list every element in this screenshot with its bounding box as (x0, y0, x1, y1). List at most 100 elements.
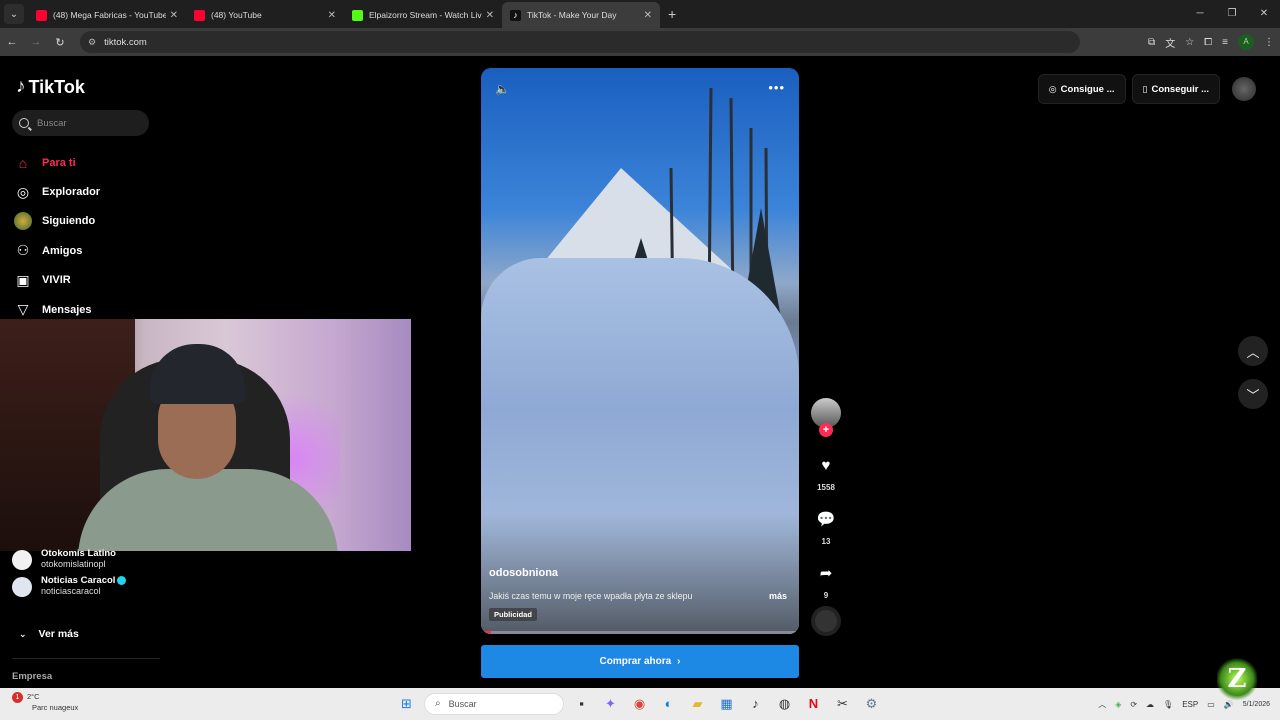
verified-badge-icon (117, 575, 127, 585)
edge-icon[interactable]: ◐ (657, 692, 680, 715)
network-icon[interactable]: ▭ (1207, 700, 1215, 709)
media-controls-icon[interactable]: ≡ (1222, 37, 1228, 48)
ad-badge: Publicidad (489, 608, 537, 621)
get-coins-button[interactable]: ◎ Consigue ... (1037, 74, 1126, 104)
streamer-webcam-overlay (0, 319, 411, 551)
see-more-label: Ver más (38, 628, 79, 640)
video-player[interactable]: 🔈 ••• odosobniona Jakiś czas temu w moje… (481, 68, 799, 634)
sidebar-item-label: Mensajes (42, 303, 92, 316)
store-icon[interactable]: ▦ (715, 692, 738, 715)
music-disc-icon[interactable] (811, 606, 841, 636)
capcut-icon[interactable]: ✂ (831, 692, 854, 715)
taskbar-search-input[interactable]: ⌕ Buscar (424, 692, 564, 715)
webcam-person-cap (150, 344, 245, 404)
bookmark-star-icon[interactable]: ☆ (1185, 37, 1194, 48)
settings-gear-icon[interactable]: ⚙ (860, 692, 883, 715)
following-account-item[interactable]: Otokomis Latino otokomislatinopl (12, 548, 126, 570)
volume-icon[interactable]: 🔈 (495, 82, 510, 96)
sidebar-item-label: Para ti (42, 156, 76, 169)
tray-app-icon[interactable]: ☁ (1146, 700, 1154, 709)
video-progress-bar[interactable] (481, 631, 799, 634)
tab-close-icon[interactable]: ✕ (170, 10, 178, 21)
sidebar-divider (12, 658, 160, 659)
tab-title: TikTok - Make Your Day (527, 10, 617, 20)
site-info-icon[interactable]: ⚙ (88, 37, 96, 48)
browser-tab[interactable]: Elpaizorro Stream - Watch Live ✕ (344, 2, 502, 28)
url-field[interactable]: ⚙ tiktok.com (80, 31, 1080, 53)
new-tab-icon[interactable]: + (668, 6, 676, 22)
comment-icon[interactable]: 💬 (811, 504, 841, 534)
previous-video-button[interactable]: ︿ (1238, 336, 1268, 366)
tab-close-icon[interactable]: ✕ (644, 10, 652, 21)
tab-close-icon[interactable]: ✕ (486, 10, 494, 21)
weather-widget[interactable]: 1 2°C Parc nuageux (12, 692, 78, 713)
install-app-icon[interactable]: ⧉ (1148, 37, 1155, 48)
creator-avatar[interactable]: + (811, 398, 841, 437)
back-icon[interactable]: ← (0, 36, 24, 48)
more-options-icon[interactable]: ••• (768, 80, 785, 95)
following-account-item[interactable]: Noticias Caracol noticiascaracol (12, 575, 127, 597)
chevron-down-icon: ⌄ (19, 628, 27, 639)
tab-search-button[interactable]: ⌄ (4, 4, 24, 24)
browser-tab[interactable]: (48) YouTube ✕ (186, 2, 344, 28)
buy-now-button[interactable]: Comprar ahora › (481, 645, 799, 678)
close-window-icon[interactable]: ✕ (1248, 0, 1280, 28)
tray-sync-icon[interactable]: ⟳ (1130, 700, 1137, 709)
sidebar-nav: ⌂ Para ti ◎ Explorador Siguiendo ⚇ Amigo… (14, 148, 100, 324)
browser-toolbar-right: ⧉ 文 ☆ ⧠ ≡ A ⋮ (1148, 28, 1274, 56)
extensions-icon[interactable]: ⧠ (1204, 37, 1212, 48)
task-view-icon[interactable]: ▪ (570, 692, 593, 715)
search-placeholder: Buscar (37, 117, 67, 129)
sidebar-item-siguiendo[interactable]: Siguiendo (14, 207, 100, 236)
tab-close-icon[interactable]: ✕ (328, 10, 336, 21)
chevron-right-icon: › (677, 656, 681, 667)
sidebar-item-vivir[interactable]: ▣ VIVIR (14, 266, 100, 295)
language-indicator[interactable]: ESP (1182, 700, 1198, 709)
app-icon[interactable]: ◍ (773, 692, 796, 715)
file-explorer-icon[interactable]: ▰ (686, 692, 709, 715)
share-arrow-icon[interactable]: ➦ (811, 558, 841, 588)
sidebar-item-explorador[interactable]: ◎ Explorador (14, 177, 100, 206)
follow-plus-icon[interactable]: + (819, 423, 833, 437)
forward-icon[interactable]: → (24, 36, 48, 48)
reload-icon[interactable]: ↻ (48, 36, 72, 49)
copilot-icon[interactable]: ✦ (599, 692, 622, 715)
sidebar-item-amigos[interactable]: ⚇ Amigos (14, 236, 100, 265)
next-video-button[interactable]: ﹀ (1238, 379, 1268, 409)
user-avatar[interactable] (1232, 77, 1256, 101)
translate-icon[interactable]: 文 (1165, 35, 1175, 50)
browser-tab-active[interactable]: ♪ TikTok - Make Your Day ✕ (502, 2, 660, 28)
minimize-icon[interactable]: ─ (1184, 0, 1216, 28)
show-hidden-icons-icon[interactable]: ︿ (1098, 699, 1106, 710)
like-heart-icon[interactable]: ♥ (811, 450, 841, 480)
get-app-button[interactable]: ▯ Conseguir ... (1131, 74, 1220, 104)
tiktok-logo[interactable]: ♪ TikTok (16, 76, 85, 98)
account-avatar (12, 577, 32, 597)
footer-link-empresa[interactable]: Empresa (12, 671, 52, 682)
get-app-label: Conseguir ... (1151, 83, 1209, 95)
browser-menu-icon[interactable]: ⋮ (1264, 37, 1274, 48)
browser-tab[interactable]: (48) Mega Fabricas - YouTube ✕ (28, 2, 186, 28)
video-progress-fill (481, 631, 491, 634)
chrome-icon[interactable]: ◉ (628, 692, 651, 715)
weather-temp: 2°C (27, 692, 40, 701)
search-input[interactable]: Buscar (12, 110, 149, 136)
windows-start-icon[interactable]: ⊞ (395, 692, 418, 715)
microphone-icon[interactable]: 🎙 (1163, 700, 1173, 709)
sidebar-item-para-ti[interactable]: ⌂ Para ti (14, 148, 100, 177)
tab-title: (48) Mega Fabricas - YouTube (53, 10, 166, 20)
tiktok-app-icon[interactable]: ♪ (744, 692, 767, 715)
tray-app-icon[interactable]: ◈ (1115, 700, 1121, 709)
maximize-icon[interactable]: ❐ (1216, 0, 1248, 28)
netflix-icon[interactable]: N (802, 692, 825, 715)
windows-taskbar: 1 2°C Parc nuageux ⊞ ⌕ Buscar ▪ ✦ ◉ ◐ ▰ ▦… (0, 688, 1280, 720)
following-avatar-icon (14, 212, 32, 231)
video-author[interactable]: odosobniona (489, 567, 558, 579)
see-more-button[interactable]: ⌄ Ver más (19, 628, 79, 640)
browser-tab-bar: ⌄ (48) Mega Fabricas - YouTube ✕ (48) Yo… (0, 0, 1280, 28)
caption-more-button[interactable]: más (769, 591, 787, 601)
tiktok-favicon-icon: ♪ (510, 9, 521, 21)
url-text: tiktok.com (104, 36, 147, 48)
profile-avatar[interactable]: A (1238, 34, 1254, 50)
home-icon: ⌂ (18, 154, 28, 171)
